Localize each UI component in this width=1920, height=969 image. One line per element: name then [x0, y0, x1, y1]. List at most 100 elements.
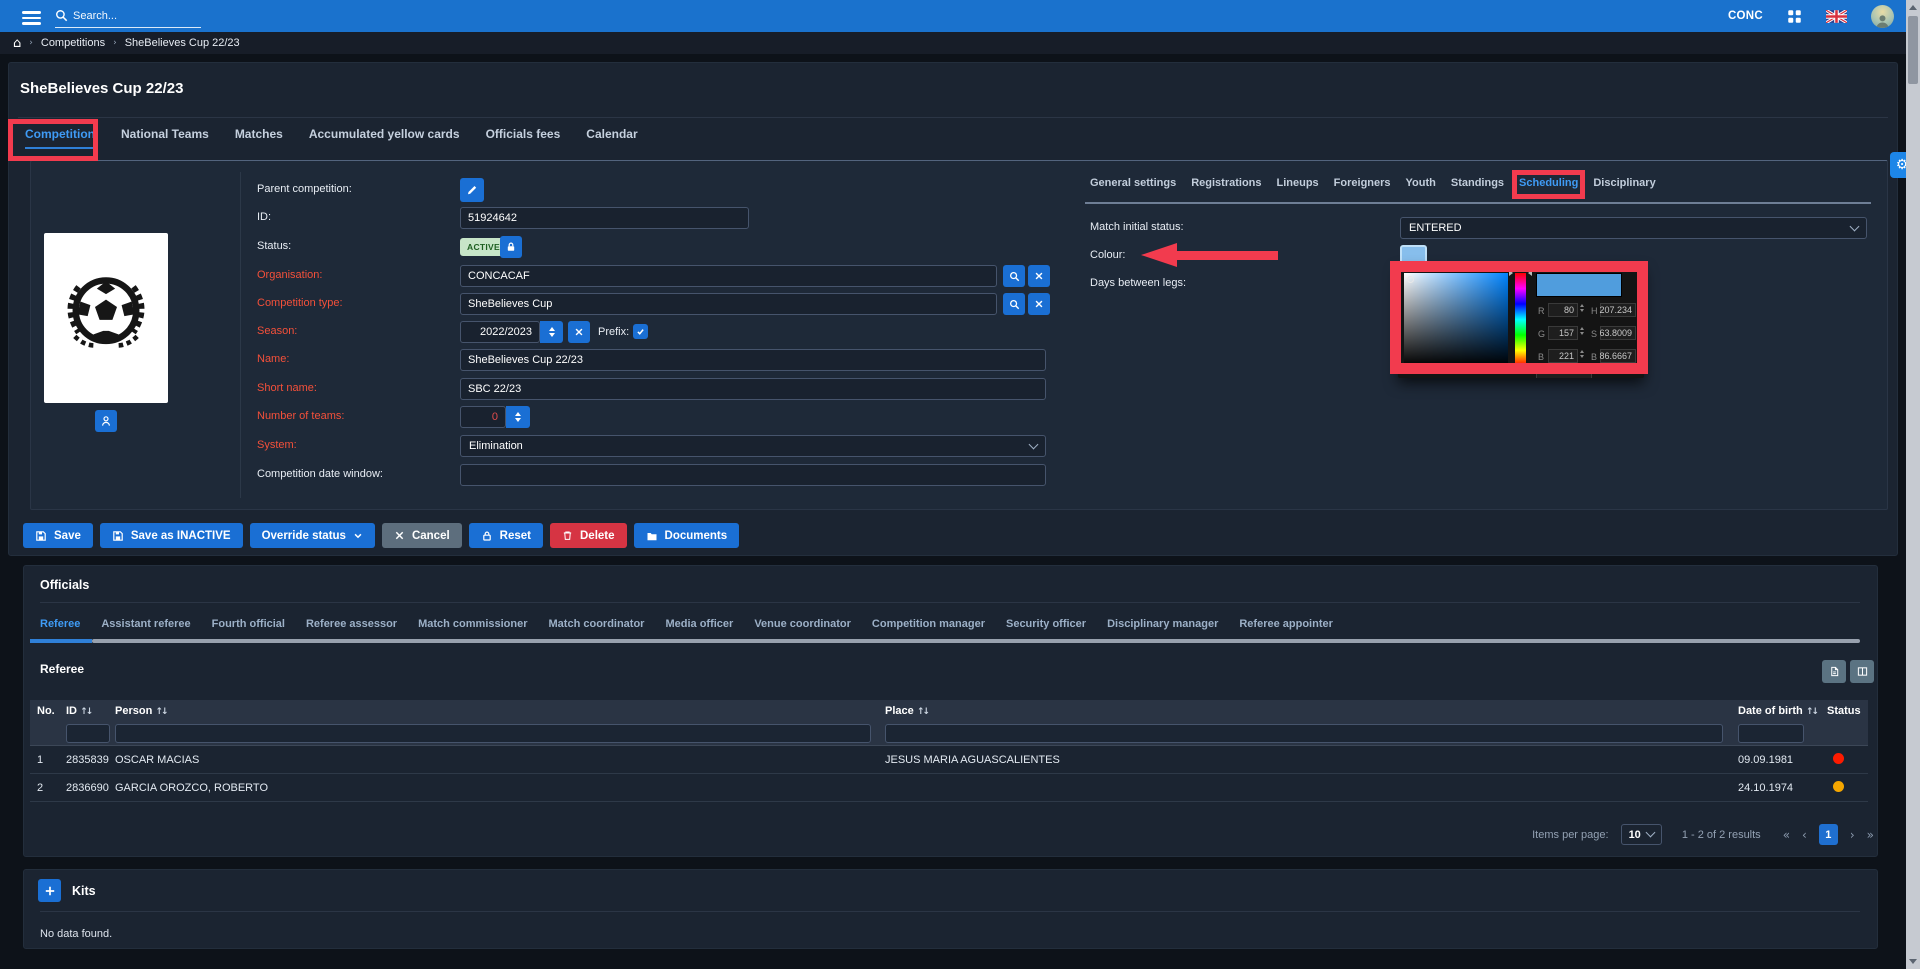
parent-competition-edit-button[interactable]	[460, 178, 484, 202]
reset-button[interactable]: Reset	[468, 523, 543, 548]
organisation-input[interactable]	[460, 265, 997, 287]
status-lock-button[interactable]	[500, 236, 522, 258]
officials-tab-media-officer[interactable]: Media officer	[665, 618, 733, 630]
tab-foreigners[interactable]: Foreigners	[1334, 177, 1391, 189]
saturation-field[interactable]	[1404, 273, 1508, 366]
b-rgb-value[interactable]: 221	[1548, 349, 1578, 363]
tab-scheduling[interactable]: Scheduling	[1512, 170, 1586, 199]
tab-disciplinary[interactable]: Disciplinary	[1593, 177, 1655, 189]
saturation-cursor[interactable]	[1407, 276, 1414, 283]
filter-dob-input[interactable]	[1738, 723, 1804, 743]
season-input[interactable]	[460, 321, 540, 343]
colour-swatch[interactable]	[1400, 245, 1427, 264]
date-window-input[interactable]	[460, 464, 1046, 486]
season-stepper[interactable]	[540, 321, 563, 343]
competition-type-search-button[interactable]	[1003, 293, 1025, 315]
hue-slider[interactable]	[1515, 273, 1526, 366]
officials-tab-match-commissioner[interactable]: Match commissioner	[418, 618, 527, 630]
hue-marker-left[interactable]	[1509, 270, 1513, 276]
tab-officials-fees[interactable]: Officials fees	[486, 127, 561, 149]
officials-tab-match-coordinator[interactable]: Match coordinator	[549, 618, 645, 630]
table-row[interactable]: 1 2835839 OSCAR MACIAS JESUS MARIA AGUAS…	[30, 746, 1868, 774]
b-rgb-stepper[interactable]	[1580, 350, 1584, 358]
tab-youth[interactable]: Youth	[1406, 177, 1436, 189]
r-stepper[interactable]	[1580, 304, 1584, 312]
hamburger-menu-icon[interactable]	[22, 8, 41, 28]
system-select[interactable]: Elimination	[460, 435, 1046, 457]
officials-tab-disciplinary-manager[interactable]: Disciplinary manager	[1107, 618, 1218, 630]
breadcrumb-item-competitions[interactable]: Competitions	[41, 37, 105, 49]
first-page-button[interactable]: «	[1783, 828, 1790, 842]
g-stepper[interactable]	[1580, 327, 1584, 335]
tab-lineups[interactable]: Lineups	[1277, 177, 1319, 189]
tab-competition[interactable]: Competition	[8, 119, 98, 161]
h-stepper[interactable]	[1638, 304, 1642, 312]
items-per-page-select[interactable]: 10	[1620, 824, 1662, 845]
filter-id-input[interactable]	[66, 723, 110, 743]
number-of-teams-input[interactable]	[460, 406, 506, 428]
last-page-button[interactable]: »	[1867, 828, 1874, 842]
b-hsb-stepper[interactable]	[1638, 350, 1642, 358]
scroll-up-arrow[interactable]	[1909, 5, 1917, 10]
add-kit-button[interactable]	[38, 879, 61, 902]
apps-grid-icon[interactable]	[1787, 9, 1802, 24]
search-input[interactable]	[73, 9, 188, 22]
r-value[interactable]: 80	[1548, 303, 1578, 317]
prev-page-button[interactable]: ‹	[1802, 828, 1807, 842]
prefix-checkbox[interactable]	[633, 324, 648, 339]
hex-field-partial[interactable]	[1536, 372, 1592, 378]
col-header-place[interactable]: Place ↑↓	[885, 705, 1738, 717]
officials-tab-referee[interactable]: Referee	[40, 618, 80, 630]
col-header-id[interactable]: ID ↑↓	[66, 705, 115, 717]
officials-tabs-scrollbar[interactable]	[92, 639, 1860, 643]
name-input[interactable]	[460, 349, 1046, 371]
scrollbar-thumb[interactable]	[1908, 16, 1918, 84]
organisation-search-button[interactable]	[1003, 265, 1025, 287]
language-flag-icon[interactable]	[1826, 9, 1847, 23]
sort-icon[interactable]: ↑↓	[80, 707, 93, 717]
vertical-scrollbar[interactable]	[1906, 0, 1920, 969]
cancel-button[interactable]: Cancel	[381, 523, 462, 548]
filter-place-input[interactable]	[885, 723, 1723, 743]
organisation-code[interactable]: CONC	[1728, 10, 1763, 22]
competition-type-clear-button[interactable]	[1028, 293, 1050, 315]
scroll-down-arrow[interactable]	[1909, 959, 1917, 964]
tab-general-settings[interactable]: General settings	[1090, 177, 1176, 189]
table-row[interactable]: 2 2836690 GARCIA OROZCO, ROBERTO 24.10.1…	[30, 774, 1868, 802]
export-file-button[interactable]	[1822, 660, 1846, 683]
home-icon[interactable]: ⌂	[13, 37, 21, 50]
tab-calendar[interactable]: Calendar	[586, 127, 637, 149]
documents-button[interactable]: Documents	[633, 523, 740, 548]
user-avatar[interactable]	[1871, 4, 1894, 28]
next-page-button[interactable]: ›	[1850, 828, 1855, 842]
competition-type-input[interactable]	[460, 293, 997, 315]
columns-settings-button[interactable]	[1850, 660, 1874, 683]
hue-marker-right[interactable]	[1528, 270, 1532, 276]
officials-tab-referee-appointer[interactable]: Referee appointer	[1239, 618, 1333, 630]
logo-person-button[interactable]	[95, 410, 117, 432]
save-button[interactable]: Save	[23, 523, 93, 548]
officials-tab-assistant-referee[interactable]: Assistant referee	[101, 618, 190, 630]
officials-tab-security-officer[interactable]: Security officer	[1006, 618, 1086, 630]
filter-person-input[interactable]	[115, 723, 871, 743]
s-value[interactable]: 63.8009	[1599, 326, 1636, 340]
sort-icon[interactable]: ↑↓	[1806, 707, 1819, 717]
b-hsb-value[interactable]: 86.6667	[1599, 349, 1636, 363]
col-header-dob[interactable]: Date of birth ↑↓	[1738, 705, 1827, 717]
tab-matches[interactable]: Matches	[235, 127, 283, 149]
officials-tab-referee-assessor[interactable]: Referee assessor	[306, 618, 397, 630]
delete-button[interactable]: Delete	[550, 523, 627, 548]
sort-icon[interactable]: ↑↓	[155, 707, 168, 717]
sort-icon[interactable]: ↑↓	[917, 707, 930, 717]
g-value[interactable]: 157	[1548, 326, 1578, 340]
tab-national-teams[interactable]: National Teams	[121, 127, 209, 149]
officials-tab-competition-manager[interactable]: Competition manager	[872, 618, 985, 630]
tab-registrations[interactable]: Registrations	[1191, 177, 1261, 189]
officials-tab-fourth-official[interactable]: Fourth official	[212, 618, 285, 630]
save-as-inactive-button[interactable]: Save as INACTIVE	[99, 523, 243, 548]
page-number-button[interactable]: 1	[1818, 824, 1838, 845]
tab-accumulated-yellow-cards[interactable]: Accumulated yellow cards	[309, 127, 460, 149]
col-header-person[interactable]: Person ↑↓	[115, 705, 885, 717]
organisation-clear-button[interactable]	[1028, 265, 1050, 287]
breadcrumb-item-current[interactable]: SheBelieves Cup 22/23	[125, 37, 240, 49]
